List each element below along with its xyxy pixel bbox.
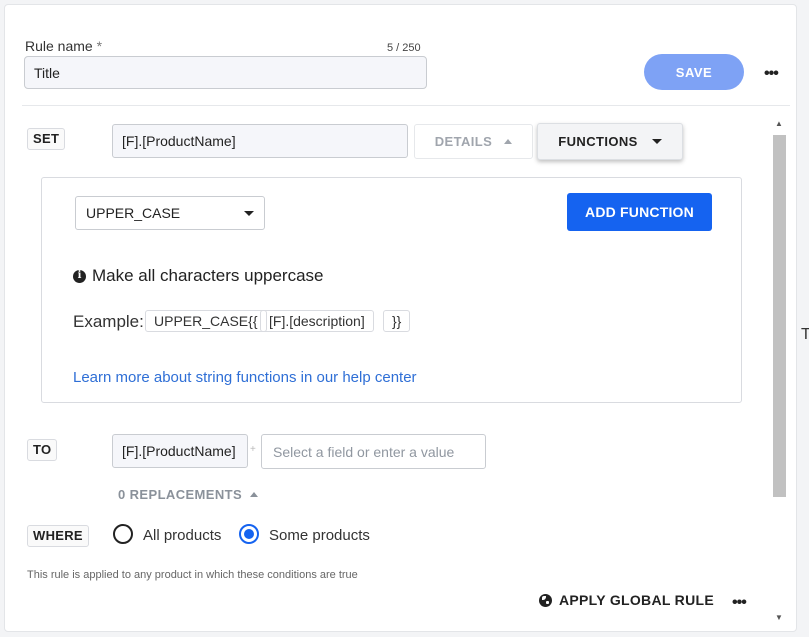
functions-label: FUNCTIONS	[558, 134, 638, 149]
scroll-down-icon[interactable]: ▼	[775, 613, 783, 622]
scroll-up-icon[interactable]: ▲	[775, 119, 783, 128]
details-toggle-button[interactable]: DETAILS	[414, 124, 533, 159]
chevron-down-icon	[651, 139, 662, 144]
chevron-down-icon	[244, 210, 254, 216]
example-label: Example:	[73, 312, 144, 331]
to-tag: TO	[27, 439, 58, 461]
details-label: DETAILS	[434, 134, 493, 149]
more-options-icon[interactable]: •••	[764, 66, 779, 82]
footer-more-options-icon[interactable]: •••	[732, 595, 747, 611]
chevron-up-icon	[250, 492, 259, 497]
help-center-link[interactable]: Learn more about string functions in our…	[73, 369, 417, 386]
example-chip: [F].[description]	[260, 310, 374, 332]
value-input[interactable]	[261, 434, 486, 469]
rule-name-label-text: Rule name	[25, 38, 93, 54]
radio-all-products[interactable]	[113, 524, 133, 544]
function-select-value: UPPER_CASE	[86, 205, 181, 221]
rule-editor-panel: Rule name * 5 / 250 SAVE ••• SET [F].[Pr…	[4, 4, 797, 632]
example-chip: }}	[383, 310, 411, 332]
rule-name-input[interactable]	[24, 56, 427, 89]
globe-icon	[539, 593, 552, 607]
set-tag: SET	[27, 128, 66, 150]
scrollbar[interactable]: ▲ ▼	[770, 117, 788, 622]
required-mark: *	[96, 38, 103, 54]
function-select[interactable]: UPPER_CASE	[75, 196, 265, 230]
function-description-text: Make all characters uppercase	[92, 266, 324, 285]
plus-icon: +	[250, 444, 256, 455]
example-chip: UPPER_CASE{{	[145, 310, 267, 332]
apply-global-rule-button[interactable]: APPLY GLOBAL RULE	[539, 592, 714, 608]
where-tag: WHERE	[27, 525, 89, 547]
info-icon: i	[73, 269, 86, 283]
rule-name-label: Rule name *	[25, 38, 102, 54]
set-field[interactable]: [F].[ProductName]	[112, 124, 408, 158]
replacements-label: 0 REPLACEMENTS	[118, 487, 243, 502]
add-function-button[interactable]: ADD FUNCTION	[567, 193, 712, 231]
condition-note: This rule is applied to any product in w…	[27, 569, 358, 581]
radio-label-all-products[interactable]: All products	[143, 527, 221, 544]
radio-some-products[interactable]	[239, 524, 259, 544]
scrollbar-thumb[interactable]	[773, 135, 786, 497]
to-field[interactable]: [F].[ProductName]	[112, 434, 248, 468]
background-edge	[798, 0, 809, 637]
save-button[interactable]: SAVE	[644, 54, 744, 90]
clipped-glyph: T	[801, 326, 809, 343]
functions-toggle-button[interactable]: FUNCTIONS	[537, 123, 683, 160]
chevron-up-icon	[504, 139, 513, 144]
char-counter: 5 / 250	[387, 42, 421, 54]
replacements-toggle[interactable]: 0 REPLACEMENTS	[118, 487, 259, 502]
function-description: i Make all characters uppercase	[73, 266, 324, 286]
function-panel: UPPER_CASE ADD FUNCTION i Make all chara…	[41, 177, 742, 403]
header-divider	[22, 105, 790, 106]
radio-label-some-products[interactable]: Some products	[269, 527, 370, 544]
apply-global-rule-label: APPLY GLOBAL RULE	[559, 592, 714, 608]
